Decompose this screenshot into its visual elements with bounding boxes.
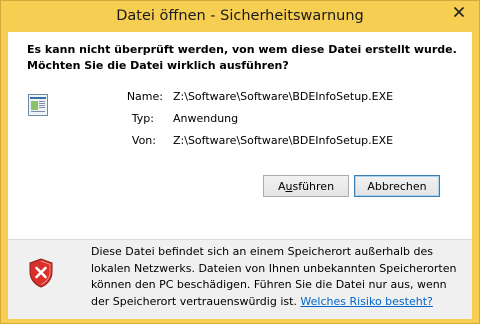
cancel-button[interactable]: Abbrechen — [354, 175, 440, 197]
security-warning-shield-icon — [28, 258, 54, 288]
heading-line-2: Möchten Sie die Datei wirklich ausführen… — [27, 59, 289, 72]
window-title: Datei öffnen - Sicherheitswarnung — [116, 8, 364, 24]
run-label-accelerator: u — [285, 179, 293, 193]
dialog-content: Es kann nicht überprüft werden, von wem … — [8, 32, 472, 319]
type-row: Typ: Anwendung — [8, 112, 472, 128]
security-warning-dialog: Datei öffnen - Sicherheitswarnung Es kan… — [0, 0, 480, 324]
close-icon — [453, 6, 465, 18]
warning-heading: Es kann nicht überprüft werden, von wem … — [27, 42, 467, 74]
name-row: Name: Z:\Software\Software\BDEInfoSetup.… — [8, 90, 472, 106]
name-value: Z:\Software\Software\BDEInfoSetup.EXE — [173, 90, 394, 103]
warning-message: Diese Datei befindet sich an einem Speic… — [91, 244, 461, 310]
risk-info-link[interactable]: Welches Risiko besteht? — [300, 295, 432, 308]
title-bar[interactable]: Datei öffnen - Sicherheitswarnung — [1, 1, 479, 35]
run-label-prefix: A — [277, 179, 286, 193]
cancel-label: Abbrechen — [367, 179, 427, 193]
close-button[interactable] — [444, 2, 474, 22]
type-value: Anwendung — [173, 112, 239, 125]
heading-line-1: Es kann nicht überprüft werden, von wem … — [27, 43, 457, 56]
run-label-suffix: sführen — [292, 179, 335, 193]
run-button[interactable]: Au sführen — [263, 175, 349, 197]
type-label: Typ: — [131, 112, 154, 125]
from-row: Von: Z:\Software\Software\BDEInfoSetup.E… — [8, 134, 472, 150]
name-label: Name: — [126, 90, 163, 103]
from-label: Von: — [131, 134, 156, 147]
from-value: Z:\Software\Software\BDEInfoSetup.EXE — [173, 134, 394, 147]
